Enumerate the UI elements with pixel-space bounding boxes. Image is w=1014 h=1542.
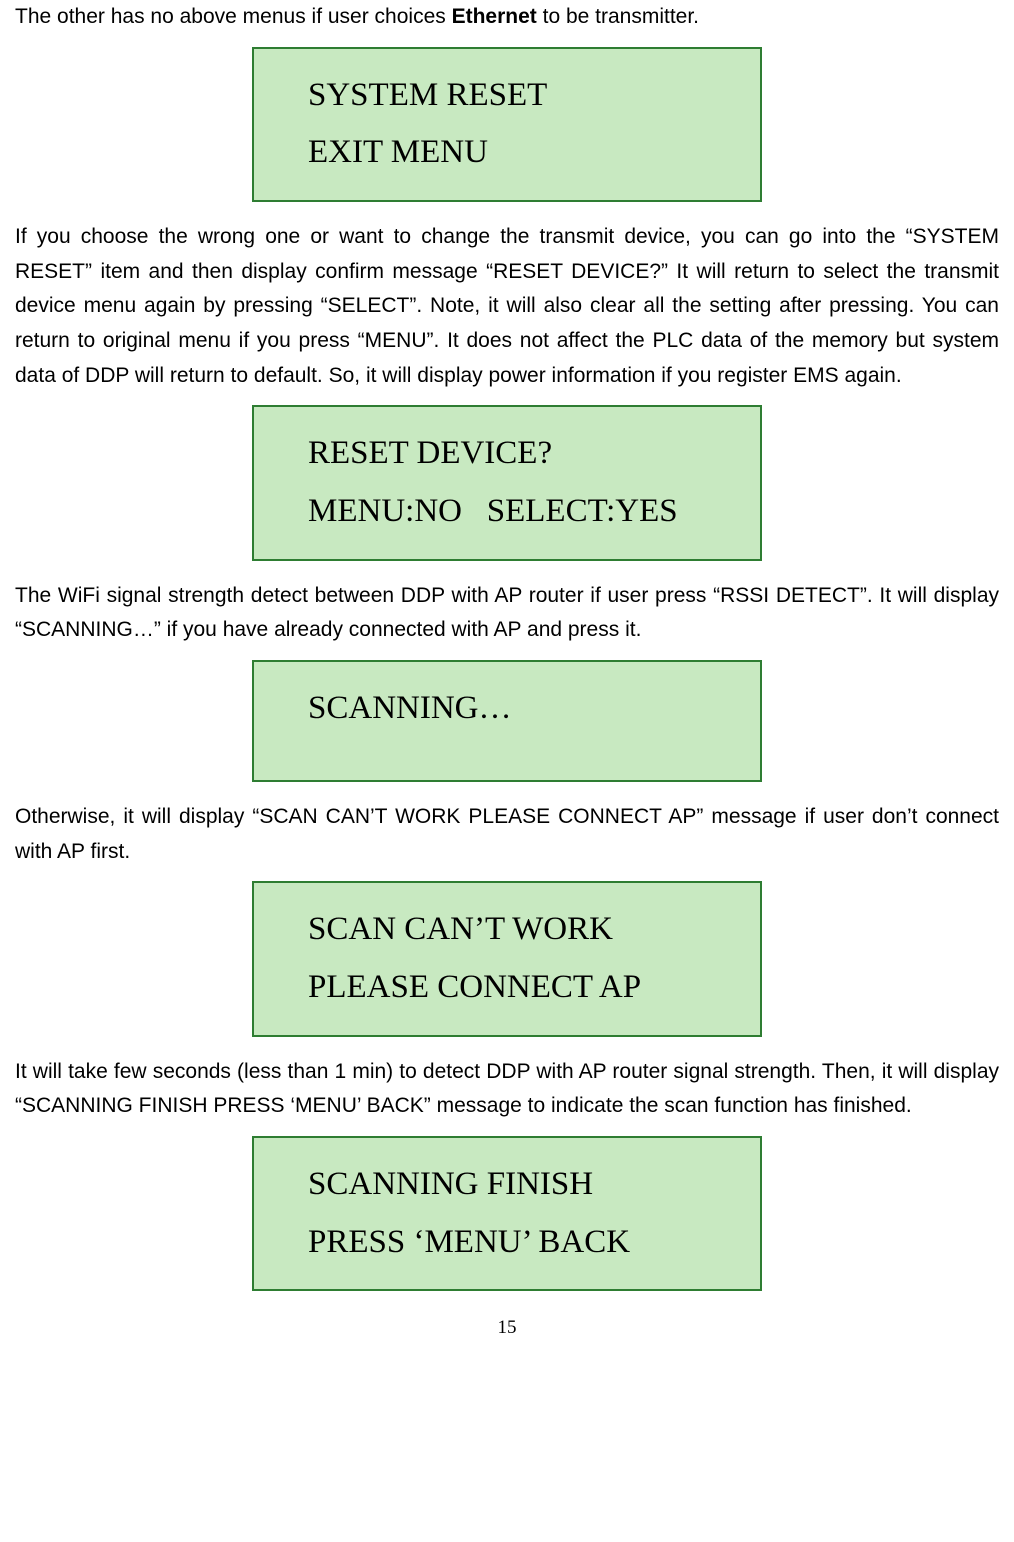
- display-line: EXIT MENU: [308, 124, 760, 182]
- paragraph-system-reset: If you choose the wrong one or want to c…: [15, 220, 999, 393]
- display-line: MENU:NO SELECT:YES: [308, 483, 760, 541]
- intro-bold: Ethernet: [452, 5, 537, 28]
- display-box-scanning: SCANNING…: [252, 660, 762, 782]
- paragraph-scan-cant-work: Otherwise, it will display “SCAN CAN’T W…: [15, 800, 999, 869]
- display-line: SCANNING FINISH: [308, 1156, 760, 1214]
- display-line: SCAN CAN’T WORK: [308, 901, 760, 959]
- display-box-scan-cant-work: SCAN CAN’T WORK PLEASE CONNECT AP: [252, 881, 762, 1037]
- page-number: 15: [15, 1317, 999, 1339]
- display-box-scanning-finish: SCANNING FINISH PRESS ‘MENU’ BACK: [252, 1136, 762, 1292]
- display-line: SCANNING…: [308, 680, 760, 738]
- display-line: SYSTEM RESET: [308, 67, 760, 125]
- display-box-reset-device: RESET DEVICE? MENU:NO SELECT:YES: [252, 405, 762, 561]
- intro-prefix: The other has no above menus if user cho…: [15, 5, 452, 28]
- paragraph-scanning-finish: It will take few seconds (less than 1 mi…: [15, 1055, 999, 1124]
- document-page: The other has no above menus if user cho…: [0, 0, 1014, 1339]
- display-line: RESET DEVICE?: [308, 425, 760, 483]
- intro-suffix: to be transmitter.: [537, 5, 699, 28]
- display-line: PRESS ‘MENU’ BACK: [308, 1214, 760, 1272]
- paragraph-wifi-signal: The WiFi signal strength detect between …: [15, 579, 999, 648]
- display-box-system-reset: SYSTEM RESET EXIT MENU: [252, 47, 762, 203]
- paragraph-intro: The other has no above menus if user cho…: [15, 0, 999, 35]
- display-line: PLEASE CONNECT AP: [308, 959, 760, 1017]
